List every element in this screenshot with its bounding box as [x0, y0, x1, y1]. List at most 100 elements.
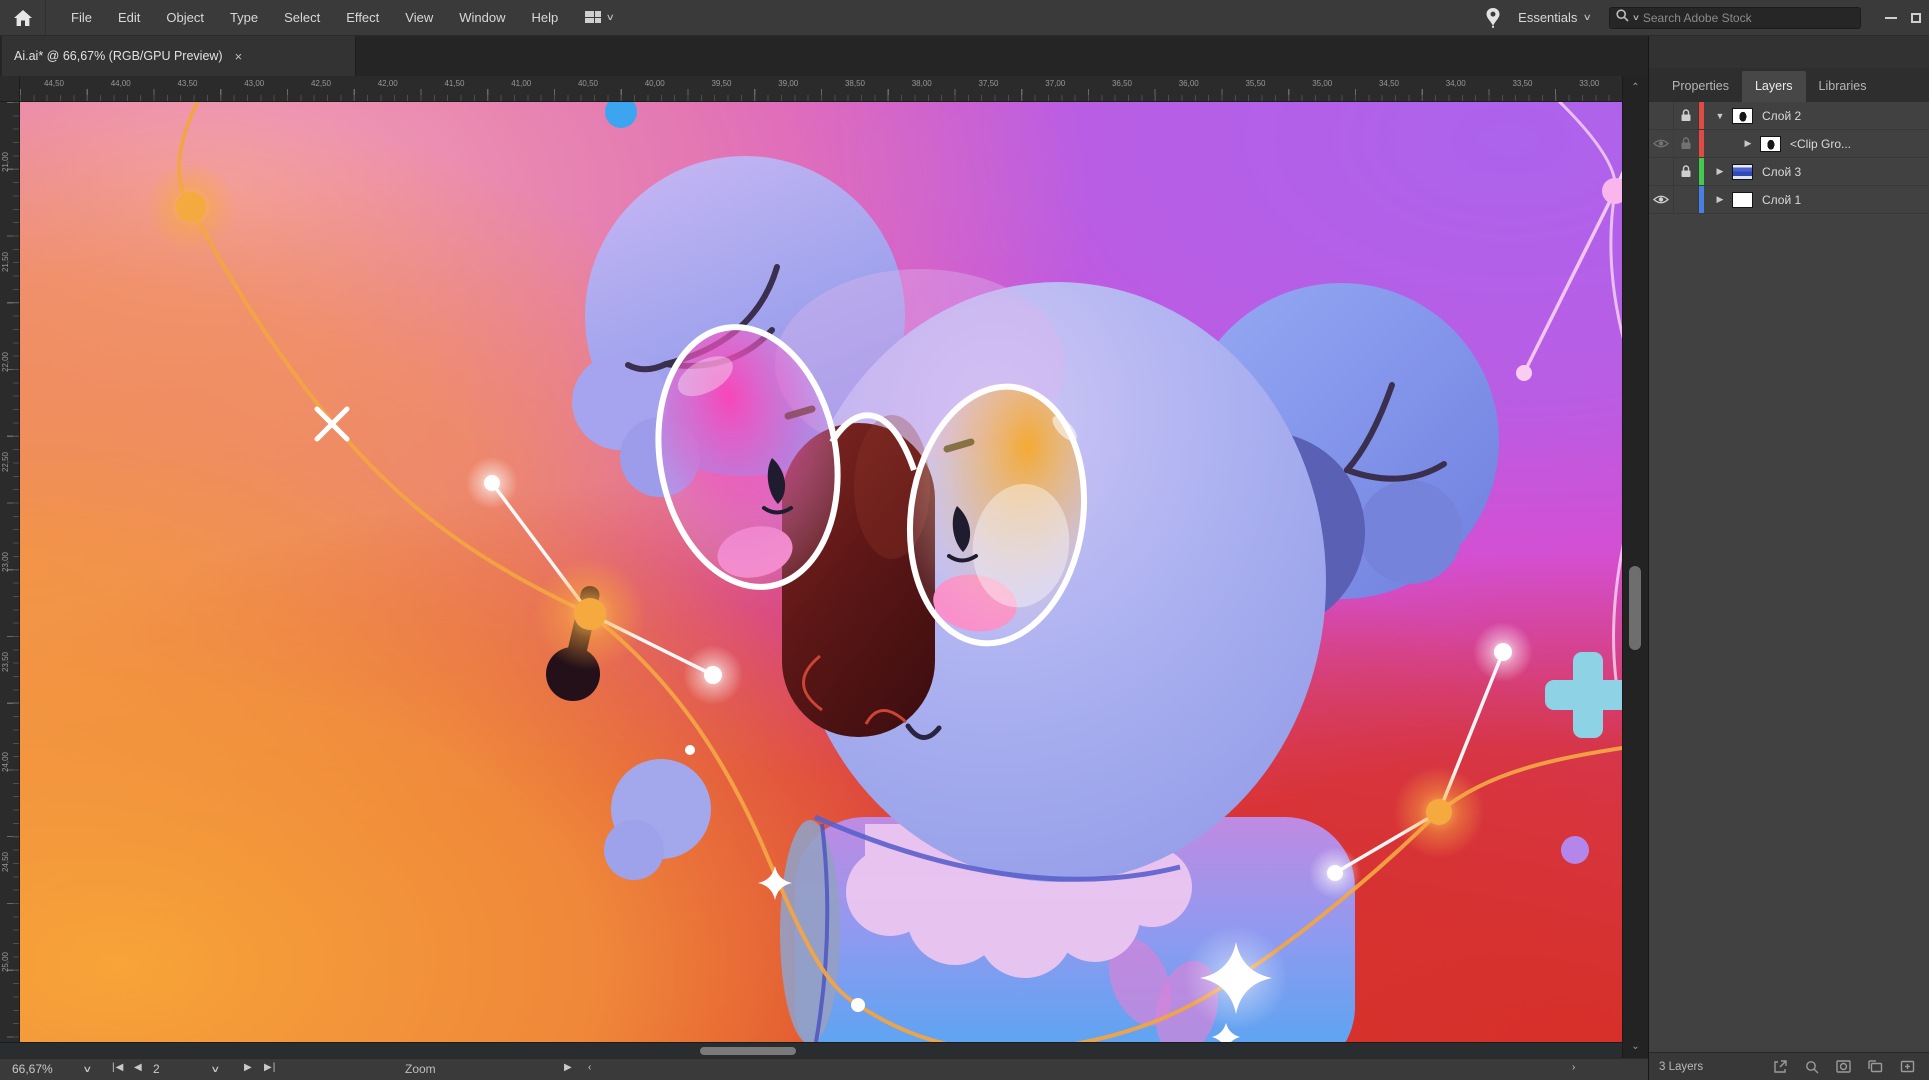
horizontal-scrollbar[interactable] [0, 1042, 1622, 1058]
layer-name[interactable]: <Clip Gro... [1790, 137, 1851, 151]
vertical-scroll-thumb[interactable] [1629, 566, 1641, 650]
next-artboard-button[interactable]: ▶ [244, 1062, 253, 1073]
chevron-right-icon[interactable]: ▶ [1712, 194, 1728, 205]
chevron-right-icon[interactable]: ▶ [1712, 166, 1728, 177]
vertical-scrollbar[interactable]: ⌃ ⌄ [1622, 76, 1648, 1058]
ruler-tick-label: 35,50 [1245, 79, 1265, 88]
last-artboard-button[interactable]: ▶| [264, 1062, 276, 1073]
previous-artboard-button[interactable]: ◀ [134, 1062, 143, 1073]
menu-edit[interactable]: Edit [105, 0, 153, 36]
maximize-button[interactable] [1911, 13, 1921, 23]
document-tab[interactable]: Ai.ai* @ 66,67% (RGB/GPU Preview) × [2, 36, 356, 76]
workspace-label: Essentials [1518, 10, 1577, 25]
menu-object[interactable]: Object [153, 0, 217, 36]
ruler-tick-label: 22,50 [1, 452, 10, 472]
layer-row[interactable]: ▶ <Clip Gro... [1649, 130, 1929, 158]
artboard-dropdown-icon[interactable]: ∨ [210, 1064, 220, 1075]
menu-effect[interactable]: Effect [333, 0, 392, 36]
horizontal-scroll-thumb[interactable] [700, 1047, 796, 1055]
arrange-documents-button[interactable]: ∨ [585, 11, 614, 24]
lock-toggle[interactable] [1674, 102, 1699, 129]
ruler-tick-label: 38,50 [845, 79, 865, 88]
chevron-right-icon[interactable]: ▶ [1740, 138, 1756, 149]
lock-toggle[interactable] [1674, 186, 1699, 213]
layer-row[interactable]: ▼ Слой 2 [1649, 102, 1929, 130]
layer-color-bar [1699, 102, 1704, 129]
clipping-mask-icon[interactable] [1836, 1060, 1851, 1073]
new-sublayer-icon[interactable] [1868, 1060, 1883, 1073]
vertical-ruler[interactable]: 21,0021,5022,0022,5023,0023,5024,0024,50… [0, 102, 20, 1042]
layer-thumbnail[interactable] [1732, 164, 1753, 180]
artboard-number[interactable]: 2 [153, 1062, 160, 1076]
ruler-tick-label: 37,50 [978, 79, 998, 88]
ruler-tick-label: 43,00 [244, 79, 264, 88]
close-tab-icon[interactable]: × [235, 49, 243, 64]
ruler-tick-label: 40,50 [578, 79, 598, 88]
layer-row[interactable]: ▶ Слой 1 [1649, 186, 1929, 214]
search-placeholder: Search Adobe Stock [1643, 11, 1752, 25]
lock-toggle[interactable] [1674, 130, 1699, 157]
chevron-down-icon: ∨ [606, 12, 615, 23]
ruler-tick-label: 36,00 [1179, 79, 1199, 88]
new-layer-icon[interactable] [1900, 1060, 1915, 1073]
minimize-button[interactable] [1885, 17, 1897, 19]
tab-layers[interactable]: Layers [1742, 71, 1806, 102]
horizontal-ruler[interactable]: 44,5044,0043,5043,0042,5042,0041,5041,00… [20, 76, 1622, 102]
layer-thumbnail[interactable] [1732, 192, 1753, 208]
menu-view[interactable]: View [392, 0, 446, 36]
menu-file[interactable]: File [58, 0, 105, 36]
status-forward-icon[interactable]: › [1572, 1062, 1576, 1073]
chevron-down-icon[interactable]: ▼ [1712, 111, 1728, 121]
layer-thumbnail[interactable] [1732, 108, 1753, 124]
adobe-stock-search[interactable]: ∨ Search Adobe Stock [1609, 7, 1861, 29]
layer-color-bar [1699, 130, 1704, 157]
status-bar: 66,67% ∨ |◀ ◀ 2 ∨ ▶ ▶| Zoom ▶ ‹ › [0, 1058, 1648, 1080]
tab-properties[interactable]: Properties [1659, 71, 1742, 102]
visibility-toggle[interactable] [1649, 102, 1674, 129]
locate-object-icon[interactable] [1805, 1060, 1819, 1074]
right-panel: PropertiesLayersLibraries ▼ Слой 2 ▶ <Clip … [1648, 36, 1929, 1080]
ruler-tick-label: 33,00 [1579, 79, 1599, 88]
ruler-origin-box[interactable] [0, 76, 20, 102]
first-artboard-button[interactable]: |◀ [112, 1062, 124, 1073]
home-button[interactable] [0, 0, 46, 36]
lock-toggle[interactable] [1674, 158, 1699, 185]
layer-name[interactable]: Слой 2 [1762, 109, 1801, 123]
menu-select[interactable]: Select [271, 0, 333, 36]
status-back-icon[interactable]: ‹ [588, 1062, 592, 1073]
ruler-tick-label: 21,00 [1, 152, 10, 172]
visibility-toggle[interactable] [1649, 158, 1674, 185]
ruler-tick-label: 24,50 [1, 852, 10, 872]
arrange-documents-icon [585, 11, 602, 24]
illustrator-window: FileEditObjectTypeSelectEffectViewWindow… [0, 0, 1929, 1080]
ruler-tick-label: 39,00 [778, 79, 798, 88]
menu-type[interactable]: Type [217, 0, 271, 36]
gpu-performance-icon[interactable] [1486, 8, 1500, 28]
menu-window[interactable]: Window [446, 0, 518, 36]
scroll-up-icon[interactable]: ⌃ [1623, 82, 1648, 93]
zoom-level-field[interactable]: 66,67% [12, 1062, 53, 1076]
ruler-tick-label: 44,00 [111, 79, 131, 88]
canvas-artwork[interactable] [20, 102, 1622, 1042]
collect-for-export-icon[interactable] [1773, 1059, 1788, 1074]
layer-name[interactable]: Слой 3 [1762, 165, 1801, 179]
zoom-dropdown-icon[interactable]: ∨ [82, 1064, 92, 1075]
ruler-tick-label: 41,00 [511, 79, 531, 88]
visibility-toggle[interactable] [1649, 186, 1674, 213]
ruler-tick-label: 38,00 [912, 79, 932, 88]
layer-thumbnail[interactable] [1760, 136, 1781, 152]
workspace-switcher[interactable]: Essentials ∨ [1518, 10, 1591, 25]
layer-row[interactable]: ▶ Слой 3 [1649, 158, 1929, 186]
home-icon [14, 10, 32, 26]
tab-libraries[interactable]: Libraries [1806, 71, 1880, 102]
ruler-tick-label: 42,00 [378, 79, 398, 88]
ruler-tick-label: 40,00 [645, 79, 665, 88]
scroll-down-icon[interactable]: ⌄ [1623, 1041, 1648, 1052]
ruler-tick-label: 34,00 [1446, 79, 1466, 88]
menu-help[interactable]: Help [518, 0, 571, 36]
menu-bar-right: Essentials ∨ ∨ Search Adobe Stock [1486, 7, 1929, 29]
ruler-tick-label: 35,00 [1312, 79, 1332, 88]
status-menu-icon[interactable]: ▶ [564, 1062, 573, 1073]
visibility-toggle[interactable] [1649, 130, 1674, 157]
layer-name[interactable]: Слой 1 [1762, 193, 1801, 207]
